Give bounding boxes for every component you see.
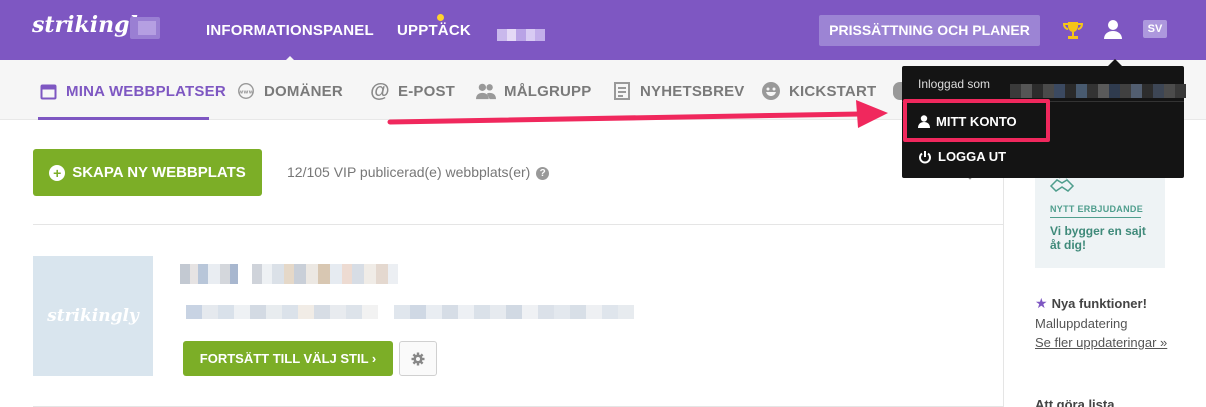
notification-dot xyxy=(437,14,444,21)
active-tab-underline xyxy=(38,117,209,120)
user-icon[interactable] xyxy=(1102,18,1124,40)
at-sign-icon: @ xyxy=(370,79,390,102)
trophy-icon[interactable] xyxy=(1062,19,1084,41)
help-icon[interactable]: ? xyxy=(536,167,550,180)
feature-update-text: Malluppdatering xyxy=(1035,316,1128,331)
tab-my-websites[interactable]: MINA WEBBPLATSER xyxy=(38,81,226,101)
calendar-icon xyxy=(38,81,58,101)
nav-discover[interactable]: UPPTÄCK xyxy=(397,22,471,39)
tab-label: MINA WEBBPLATSER xyxy=(66,82,226,100)
nav-dashboard[interactable]: INFORMATIONSPANEL xyxy=(206,22,374,63)
power-icon xyxy=(919,150,931,163)
tab-domains[interactable]: www DOMÄNER xyxy=(236,81,343,101)
language-badge[interactable]: SV xyxy=(1143,20,1167,38)
log-out-item[interactable]: LOGGA UT xyxy=(918,149,1006,164)
divider xyxy=(33,224,1003,225)
continue-choose-style-button[interactable]: FORTSÄTT TILL VÄLJ STIL › xyxy=(183,341,393,376)
blurred-site-title[interactable] xyxy=(180,264,398,284)
blurred-site-url[interactable] xyxy=(186,305,634,319)
site-settings-button[interactable] xyxy=(399,341,437,376)
pricing-button[interactable]: PRISSÄTTNING OCH PLANER xyxy=(819,15,1040,46)
promo-card[interactable]: NYTT ERBJUDANDE Vi bygger en sajt åt dig… xyxy=(1035,170,1165,268)
promo-label: NYTT ERBJUDANDE xyxy=(1050,204,1144,214)
promo-underline xyxy=(1050,217,1141,218)
blurred-nav-item[interactable] xyxy=(497,29,545,41)
site-thumbnail[interactable]: strikingly xyxy=(33,256,153,376)
tab-audience[interactable]: MÅLGRUPP xyxy=(476,81,591,101)
tab-label: MÅLGRUPP xyxy=(504,82,592,100)
tab-label: NYHETSBREV xyxy=(640,82,745,100)
tab-email[interactable]: @ E-POST xyxy=(370,79,456,102)
promo-text[interactable]: Vi bygger en sajt åt dig! xyxy=(1050,224,1150,252)
log-out-label: LOGGA UT xyxy=(938,149,1007,164)
svg-text:www: www xyxy=(238,90,254,96)
new-features-heading: ★ Nya funktioner! xyxy=(1035,295,1147,312)
top-bar: strikingly INFORMATIONSPANEL UPPTÄCK PRI… xyxy=(0,0,1206,63)
blurred-email xyxy=(1010,84,1186,98)
smiley-icon xyxy=(761,81,781,101)
star-icon: ★ xyxy=(1035,295,1048,311)
tab-label: KICKSTART xyxy=(789,82,877,100)
tab-label: DOMÄNER xyxy=(264,82,343,100)
tab-label: E-POST xyxy=(398,82,456,100)
vip-status: 12/105 VIP publicerad(e) webbplats(er) ? xyxy=(287,164,550,180)
create-site-button[interactable]: + SKAPA NY WEBBPLATS xyxy=(33,149,262,196)
users-icon xyxy=(476,81,496,101)
create-site-label: SKAPA NY WEBBPLATS xyxy=(72,164,246,181)
todo-heading: Att göra lista xyxy=(1035,397,1115,407)
newsletter-icon xyxy=(612,81,632,101)
plus-icon: + xyxy=(49,164,66,181)
site-preview-icon[interactable] xyxy=(130,17,160,39)
highlight-box xyxy=(903,99,1050,142)
new-features-label: Nya funktioner! xyxy=(1051,296,1147,311)
tab-newsletter[interactable]: NYHETSBREV xyxy=(612,81,745,101)
vip-status-text: 12/105 VIP publicerad(e) webbplats(er) xyxy=(287,164,531,180)
www-globe-icon: www xyxy=(236,81,256,101)
tab-kickstart[interactable]: KICKSTART xyxy=(761,81,876,101)
gear-icon xyxy=(411,352,425,365)
more-updates-link[interactable]: Se fler uppdateringar » xyxy=(1035,334,1175,352)
logged-in-label: Inloggad som xyxy=(918,77,991,91)
